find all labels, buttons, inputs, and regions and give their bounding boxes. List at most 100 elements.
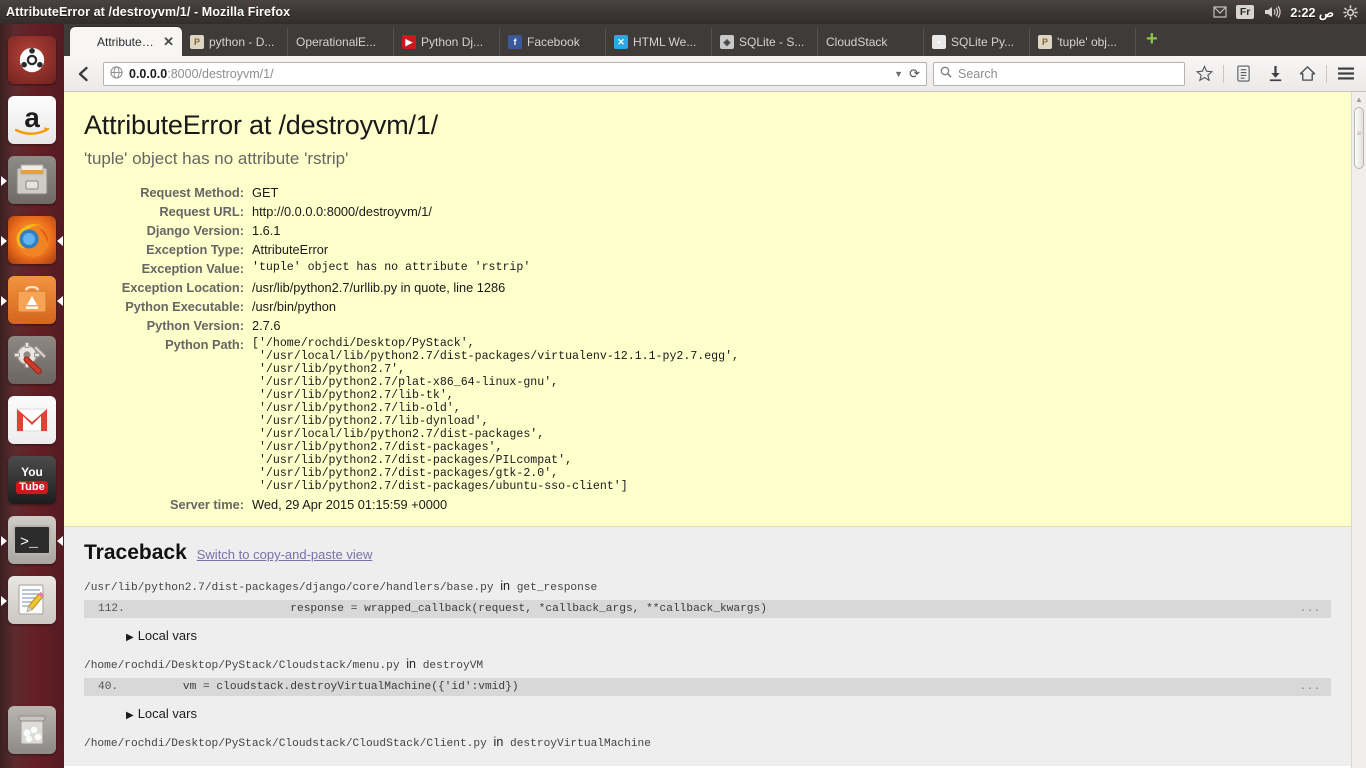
youtube-icon: You Tube [8, 456, 56, 504]
keyboard-layout-indicator[interactable]: Fr [1235, 5, 1255, 19]
launcher-item-ubuntu-software-center[interactable] [0, 270, 64, 330]
table-row: Server time: Wed, 29 Apr 2015 01:15:59 +… [84, 495, 739, 514]
meta-value: /usr/bin/python [252, 299, 336, 314]
traceback-code-block[interactable]: 40. vm = cloudstack.destroyVirtualMachin… [84, 678, 1331, 696]
clock-indicator[interactable]: ص 2:22 [1290, 5, 1334, 20]
tab-html-we[interactable]: ✕ HTML We... [606, 28, 712, 56]
table-row: Exception Value: 'tuple' object has no a… [84, 259, 739, 278]
local-vars-toggle[interactable]: ▶ Local vars [84, 622, 1331, 657]
tab-cloudstack[interactable]: CloudStack [818, 28, 924, 56]
gmail-icon [8, 396, 56, 444]
frame-in-word: in [406, 657, 416, 671]
firefox-window: AttributeE... ✕ P python - D... Operatio… [64, 24, 1366, 768]
tab-sqlite-py[interactable]: ▪ SQLite Py... [924, 28, 1030, 56]
table-row: Python Path: ['/home/rochdi/Desktop/PySt… [84, 335, 739, 495]
launcher-item-files[interactable] [0, 150, 64, 210]
gear-icon[interactable] [1343, 4, 1358, 20]
volume-icon[interactable] [1263, 5, 1281, 19]
reading-list-icon[interactable] [1230, 61, 1256, 87]
home-icon[interactable] [1294, 61, 1320, 87]
launcher-item-youtube[interactable]: You Tube [0, 450, 64, 510]
error-meta-table: Request Method: GET Request URL: http://… [84, 183, 739, 514]
hamburger-menu-icon[interactable] [1333, 61, 1359, 87]
meta-label: Request Method: [140, 185, 244, 200]
tab-label: python - D... [209, 35, 275, 49]
traceback-frame-file: /home/rochdi/Desktop/PyStack/Cloudstack/… [84, 657, 1331, 672]
page-viewport: AttributeError at /destroyvm/1/ 'tuple' … [64, 92, 1366, 768]
code-line[interactable]: 112. response = wrapped_callback(request… [84, 600, 1331, 618]
url-text[interactable]: 0.0.0.0:8000/destroyvm/1/ [129, 67, 888, 81]
traceback-code-block[interactable]: 112. response = wrapped_callback(request… [84, 600, 1331, 618]
close-icon[interactable]: ✕ [163, 35, 174, 48]
traceback-section: Traceback Switch to copy-and-paste view … [64, 527, 1351, 766]
table-row: Django Version: 1.6.1 [84, 221, 739, 240]
scrollbar-thumb[interactable]: ≡ [1354, 107, 1364, 169]
tab-operationalerror[interactable]: OperationalE... [288, 28, 394, 56]
search-input[interactable]: Search [933, 61, 1185, 86]
trash-icon [8, 706, 56, 754]
tab-favicon [78, 35, 92, 49]
reload-icon[interactable]: ⟳ [909, 66, 920, 82]
launcher-item-trash[interactable] [0, 700, 64, 760]
tab-label: OperationalE... [296, 35, 377, 49]
launcher-item-system-settings[interactable] [0, 330, 64, 390]
local-vars-toggle[interactable]: ▶ Local vars [84, 700, 1331, 735]
text-editor-icon [8, 576, 56, 624]
meta-label: Exception Type: [146, 242, 244, 257]
page-subtitle: 'tuple' object has no attribute 'rstrip' [84, 149, 349, 168]
python-favicon-icon: P [190, 35, 204, 49]
launcher-item-text-editor[interactable] [0, 570, 64, 630]
new-tab-button[interactable]: + [1136, 29, 1168, 52]
frame-function: get_response [516, 582, 598, 594]
frame-function: destroyVirtualMachine [510, 738, 651, 750]
settings-icon [8, 336, 56, 384]
launcher-item-terminal[interactable]: >_ [0, 510, 64, 570]
table-row: Request URL: http://0.0.0.0:8000/destroy… [84, 202, 739, 221]
meta-value: AttributeError [252, 242, 329, 257]
python-path-label: Python Path: [165, 337, 244, 352]
ubuntu-logo-icon [8, 36, 56, 84]
scroll-up-arrow-icon[interactable]: ▲ [1352, 92, 1366, 107]
tab-tuple-obj[interactable]: P 'tuple' obj... [1030, 28, 1136, 56]
envelope-icon[interactable] [1213, 6, 1227, 18]
tab-attributeerror[interactable]: AttributeE... ✕ [70, 27, 182, 56]
code-line-text: response = wrapped_callback(request, *ca… [156, 603, 767, 615]
svg-text:>_: >_ [20, 534, 39, 551]
unity-launcher: a You Tube >_ [0, 24, 64, 768]
meta-value: GET [252, 185, 279, 200]
traceback-frame: /home/rochdi/Desktop/PyStack/Cloudstack/… [84, 657, 1331, 735]
vertical-scrollbar[interactable]: ▲ ≡ [1351, 92, 1366, 768]
traceback-frame-file: /usr/lib/python2.7/dist-packages/django/… [84, 579, 1331, 594]
launcher-item-firefox[interactable] [0, 210, 64, 270]
url-bar[interactable]: 0.0.0.0:8000/destroyvm/1/ ▼ ⟳ [103, 61, 927, 86]
star-icon[interactable] [1191, 61, 1217, 87]
launcher-item-amazon[interactable]: a [0, 90, 64, 150]
back-arrow-icon[interactable] [71, 61, 97, 87]
tab-facebook[interactable]: f Facebook [500, 28, 606, 56]
meta-value: http://0.0.0.0:8000/destroyvm/1/ [252, 204, 432, 219]
frame-in-word: in [500, 579, 510, 593]
tab-python-dj[interactable]: ▶ Python Dj... [394, 28, 500, 56]
chevron-right-icon: ▶ [126, 710, 134, 721]
code-line[interactable]: 40. vm = cloudstack.destroyVirtualMachin… [84, 678, 1331, 696]
download-arrow-icon[interactable] [1262, 61, 1288, 87]
frame-in-word: in [493, 735, 504, 749]
meta-label: Python Version: [146, 318, 244, 333]
code-line-number: 112. [98, 603, 125, 615]
launcher-item-gmail[interactable] [0, 390, 64, 450]
code-line-text: vm = cloudstack.destroyVirtualMachine({'… [156, 681, 519, 693]
tab-sqlite-s[interactable]: ◈ SQLite - S... [712, 28, 818, 56]
sqlite-favicon-icon: ◈ [720, 35, 734, 49]
html-favicon-icon: ✕ [614, 35, 628, 49]
window-title: AttributeError at /destroyvm/1/ - Mozill… [6, 5, 291, 19]
chevron-down-icon[interactable]: ▼ [894, 69, 903, 79]
traceback-frame: /home/rochdi/Desktop/PyStack/Cloudstack/… [84, 735, 1331, 750]
traceback-header: Traceback Switch to copy-and-paste view [84, 541, 1331, 565]
switch-to-copy-paste-view-link[interactable]: Switch to copy-and-paste view [197, 547, 373, 562]
search-icon [940, 66, 952, 81]
tab-python-d[interactable]: P python - D... [182, 28, 288, 56]
youtube-favicon-icon: ▶ [402, 35, 416, 49]
globe-icon [110, 65, 123, 82]
launcher-item-ubuntu-dash[interactable] [0, 30, 64, 90]
meta-value: 1.6.1 [252, 223, 281, 238]
